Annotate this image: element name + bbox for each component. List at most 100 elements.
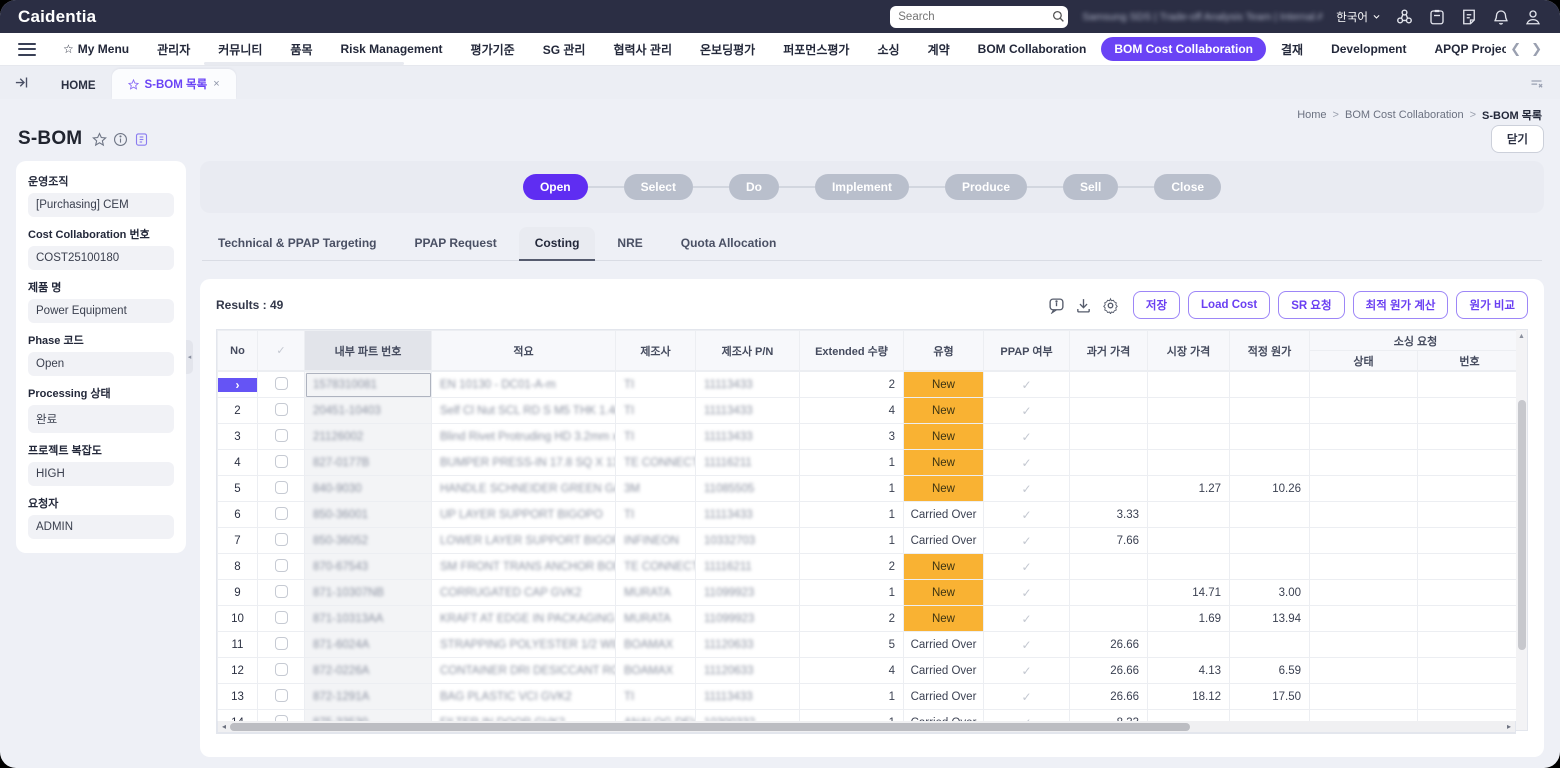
cell-no[interactable]: 13: [218, 684, 258, 710]
cell-target-cost[interactable]: [1230, 632, 1310, 658]
cell-checkbox[interactable]: [258, 580, 305, 606]
vertical-scroll-thumb[interactable]: [1518, 400, 1526, 650]
cell-manufacturer-pn[interactable]: 11113433: [696, 424, 800, 450]
cell-description[interactable]: BAG PLASTIC VCI GVK2: [432, 684, 616, 710]
step-select[interactable]: Select: [624, 174, 693, 200]
cell-manufacturer[interactable]: TI: [616, 684, 696, 710]
cell-past-price[interactable]: 26.66: [1070, 632, 1148, 658]
cell-market-price[interactable]: [1148, 398, 1230, 424]
cell-ppap[interactable]: ✓: [984, 632, 1070, 658]
cell-sourcing-number[interactable]: [1418, 476, 1517, 502]
cell-sourcing-status[interactable]: [1310, 710, 1418, 722]
row-checkbox[interactable]: [275, 429, 288, 442]
cell-target-cost[interactable]: [1230, 710, 1310, 722]
cell-sourcing-number[interactable]: [1418, 658, 1517, 684]
cell-sourcing-number[interactable]: [1418, 450, 1517, 476]
cell-description[interactable]: KRAFT AT EDGE IN PACKAGING GVK2: [432, 606, 616, 632]
cell-checkbox[interactable]: [258, 398, 305, 424]
cell-market-price[interactable]: 1.27: [1148, 476, 1230, 502]
breadcrumb-module[interactable]: BOM Cost Collaboration: [1345, 109, 1464, 121]
cell-manufacturer[interactable]: TI: [616, 372, 696, 398]
cell-target-cost[interactable]: [1230, 450, 1310, 476]
horizontal-scrollbar[interactable]: ◂ ▸: [217, 721, 1516, 733]
cell-target-cost[interactable]: [1230, 554, 1310, 580]
cell-extended-qty[interactable]: 1: [800, 528, 904, 554]
cell-sourcing-status[interactable]: [1310, 502, 1418, 528]
cell-sourcing-status[interactable]: [1310, 372, 1418, 398]
cell-target-cost[interactable]: [1230, 398, 1310, 424]
cell-sourcing-status[interactable]: [1310, 450, 1418, 476]
cell-target-cost[interactable]: [1230, 528, 1310, 554]
cell-manufacturer[interactable]: TI: [616, 398, 696, 424]
cell-past-price[interactable]: 7.66: [1070, 528, 1148, 554]
cell-ppap[interactable]: ✓: [984, 684, 1070, 710]
cell-ppap[interactable]: ✓: [984, 450, 1070, 476]
clipboard-icon[interactable]: [1428, 8, 1446, 26]
toolbar-button-1[interactable]: Load Cost: [1188, 291, 1270, 319]
cell-target-cost[interactable]: [1230, 424, 1310, 450]
cell-manufacturer-pn[interactable]: 11113433: [696, 372, 800, 398]
cell-market-price[interactable]: [1148, 502, 1230, 528]
cell-ppap[interactable]: ✓: [984, 372, 1070, 398]
table-row[interactable]: 8870-67543SM FRONT TRANS ANCHOR BODY GVK…: [218, 554, 1517, 580]
note-icon[interactable]: [1460, 8, 1478, 26]
toolbar-button-4[interactable]: 원가 비교: [1456, 291, 1528, 319]
cell-manufacturer[interactable]: MURATA: [616, 580, 696, 606]
cell-sourcing-status[interactable]: [1310, 684, 1418, 710]
cell-past-price[interactable]: [1070, 450, 1148, 476]
cell-type[interactable]: Carried Over: [904, 684, 984, 710]
cell-manufacturer-pn[interactable]: 11120633: [696, 632, 800, 658]
step-produce[interactable]: Produce: [945, 174, 1027, 200]
cell-sourcing-status[interactable]: [1310, 528, 1418, 554]
cell-past-price[interactable]: [1070, 606, 1148, 632]
close-all-tabs-icon[interactable]: [1529, 75, 1544, 93]
cell-checkbox[interactable]: [258, 372, 305, 398]
cell-sourcing-number[interactable]: [1418, 606, 1517, 632]
cell-sourcing-status[interactable]: [1310, 554, 1418, 580]
menu-item-15[interactable]: APQP Project: [1421, 37, 1506, 61]
menu-item-7[interactable]: 온보딩평가: [687, 36, 768, 63]
cell-past-price[interactable]: [1070, 476, 1148, 502]
cell-sourcing-status[interactable]: [1310, 424, 1418, 450]
cell-checkbox[interactable]: [258, 502, 305, 528]
cell-market-price[interactable]: [1148, 528, 1230, 554]
cell-extended-qty[interactable]: 1: [800, 710, 904, 722]
cell-manufacturer-pn[interactable]: 11099923: [696, 606, 800, 632]
cell-type[interactable]: New: [904, 424, 984, 450]
content-tab-quota-allocation[interactable]: Quota Allocation: [665, 227, 793, 260]
cell-sourcing-number[interactable]: [1418, 372, 1517, 398]
cell-type[interactable]: Carried Over: [904, 502, 984, 528]
scroll-up-icon[interactable]: ▲: [1516, 333, 1527, 340]
cell-manufacturer[interactable]: BOAMAX: [616, 658, 696, 684]
cell-manufacturer-pn[interactable]: 11120633: [696, 658, 800, 684]
cell-checkbox[interactable]: [258, 476, 305, 502]
cell-manufacturer-pn[interactable]: 11113433: [696, 502, 800, 528]
cell-extended-qty[interactable]: 2: [800, 372, 904, 398]
cell-extended-qty[interactable]: 3: [800, 424, 904, 450]
cell-description[interactable]: Blind Rivet Protruding HD 3.2mm x 7mm S: [432, 424, 616, 450]
cell-target-cost[interactable]: 10.26: [1230, 476, 1310, 502]
row-checkbox[interactable]: [275, 455, 288, 468]
vertical-scrollbar[interactable]: ▲: [1516, 329, 1528, 731]
cell-extended-qty[interactable]: 1: [800, 450, 904, 476]
cell-sourcing-status[interactable]: [1310, 606, 1418, 632]
global-search[interactable]: [890, 6, 1068, 28]
cell-ppap[interactable]: ✓: [984, 476, 1070, 502]
cell-sourcing-number[interactable]: [1418, 684, 1517, 710]
cell-no[interactable]: 4: [218, 450, 258, 476]
cell-internal-part[interactable]: 20451-10403: [305, 398, 432, 424]
org-network-icon[interactable]: [1395, 7, 1414, 26]
cell-manufacturer[interactable]: TE CONNECTIVITY: [616, 450, 696, 476]
cell-market-price[interactable]: 14.71: [1148, 580, 1230, 606]
cell-no[interactable]: 8: [218, 554, 258, 580]
row-checkbox[interactable]: [275, 507, 288, 520]
menu-item-6[interactable]: 협력사 관리: [600, 36, 685, 63]
profile-icon[interactable]: [1524, 8, 1542, 26]
cell-past-price[interactable]: [1070, 372, 1148, 398]
breadcrumb-home[interactable]: Home: [1297, 109, 1326, 121]
cell-type[interactable]: New: [904, 554, 984, 580]
cell-market-price[interactable]: 1.69: [1148, 606, 1230, 632]
cell-internal-part[interactable]: 871-10313AA: [305, 606, 432, 632]
table-row[interactable]: ›1578310081EN 10130 - DC01-A-mTI11113433…: [218, 372, 1517, 398]
cell-past-price[interactable]: 8.33: [1070, 710, 1148, 722]
